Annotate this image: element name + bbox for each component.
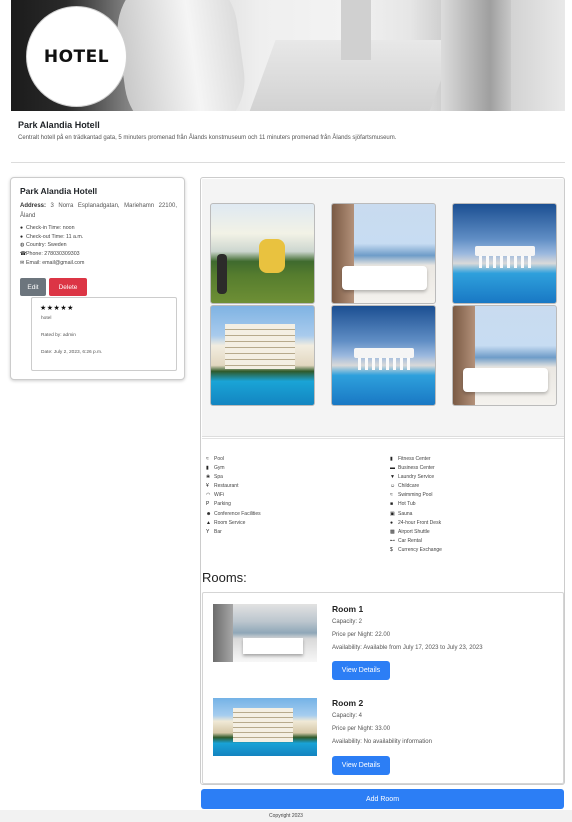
utensils-icon: ¥ (206, 483, 209, 490)
checkout-time: ● Check-out Time: 11 a.m. (20, 233, 84, 240)
gallery-photo-hiker[interactable] (210, 203, 315, 304)
clock-icon: ● (390, 519, 394, 526)
room-price: Price per Night: 33.00 (332, 726, 391, 732)
divider (11, 162, 565, 163)
amenity-item: ☻ Conference Facilities (206, 510, 261, 519)
phone: ☎Phone: 278030309303 (20, 251, 80, 258)
amenity-item: $ Currency Exchange (390, 546, 442, 555)
swimmer-icon: ≈ (206, 456, 209, 462)
amenity-item: ❀ Spa (206, 473, 261, 482)
amenity-item: P Parking (206, 500, 261, 509)
header-banner-image: HOTEL (11, 0, 565, 111)
amenity-item: Y Bar (206, 528, 261, 537)
amenities-list-right: ▮ Fitness Center ▬ Business Center ▼ Laundr… (390, 455, 442, 555)
amenity-item: ≈ Pool (206, 455, 261, 464)
room-price: Price per Night: 22.00 (332, 632, 391, 638)
room-availability: Availability: No availability informatio… (332, 739, 432, 745)
swimmer-icon: ≈ (390, 492, 393, 499)
gallery-photo-bedroom[interactable] (331, 203, 436, 304)
amenity-item: ▲ Room Service (206, 519, 261, 528)
room-capacity: Capacity: 4 (332, 713, 363, 719)
hotel-description: Centralt hotell på en trädkantad gata, 5… (18, 135, 397, 141)
review-author: Rated by: admin (41, 333, 76, 338)
wifi-icon: ◠ (206, 492, 211, 499)
child-icon: ☺ (390, 483, 396, 490)
amenity-item: ■ Hot Tub (390, 500, 442, 509)
spa-icon: ❀ (206, 474, 211, 481)
room-title: Room 1 (332, 604, 364, 614)
cocktail-icon: Y (206, 528, 210, 535)
room-photo (213, 604, 317, 662)
view-details-button[interactable]: View Details (332, 661, 390, 680)
amenity-item: ▮ Gym (206, 464, 261, 473)
photo-gallery (202, 179, 564, 437)
review-card: ★★★★★ hotel Rated by: admin Date: July 2… (31, 297, 177, 371)
divider (202, 438, 564, 439)
edit-button[interactable]: Edit (20, 278, 46, 296)
dumbbell-icon: ▮ (390, 456, 393, 462)
hotel-details-list: ● Check-in Time: noon ● Check-out Time: 11… (20, 224, 84, 267)
car-icon: ⊷ (390, 537, 395, 544)
add-room-button[interactable]: Add Room (201, 789, 564, 809)
bell-icon: ▲ (206, 519, 211, 526)
amenity-item: ☺ Childcare (390, 482, 442, 491)
hotel-info-card: Park Alandia Hotell Address: 3 Norra Esp… (10, 177, 185, 380)
room-capacity: Capacity: 2 (332, 619, 363, 625)
review-text: hotel (41, 316, 52, 321)
amenity-item: ⊷ Car Rental (390, 537, 442, 546)
parking-icon: P (206, 501, 210, 508)
users-icon: ☻ (206, 510, 212, 517)
gallery-photo-hotel-exterior[interactable] (210, 305, 315, 406)
shirt-icon: ▼ (390, 474, 395, 481)
amenity-item: ▬ Business Center (390, 464, 442, 473)
amenity-item: ≈ Swimming Pool (390, 491, 442, 500)
dumbbell-icon: ▮ (206, 465, 209, 472)
amenity-item: ● 24-hour Front Desk (390, 519, 442, 528)
dollar-icon: $ (390, 546, 393, 553)
room-title: Room 2 (332, 698, 364, 708)
info-card-title: Park Alandia Hotell (20, 186, 98, 196)
room-availability: Availability: Available from July 17, 20… (332, 645, 483, 651)
amenity-item: ¥ Restaurant (206, 482, 261, 491)
amenity-item: ▼ Laundry Service (390, 473, 442, 482)
briefcase-icon: ▬ (390, 465, 395, 472)
hotel-main-panel: ≈ Pool ▮ Gym ❀ Spa ¥ Restaurant ◠ WiFi P Parki… (200, 177, 565, 785)
rooms-list: Room 1 Capacity: 2 Price per Night: 22.0… (202, 592, 564, 784)
amenities-list-left: ≈ Pool ▮ Gym ❀ Spa ¥ Restaurant ◠ WiFi P Parki… (206, 455, 261, 537)
page-title: Park Alandia Hotell (18, 120, 100, 130)
hotel-address: Address: 3 Norra Esplanadgatan, Marieham… (20, 202, 177, 221)
logo-text: HOTEL (43, 46, 110, 67)
country: ◍ Country: Sweden (20, 242, 67, 249)
hotel-logo: HOTEL (26, 6, 127, 107)
amenity-item: ▮ Fitness Center (390, 455, 442, 464)
hot-tub-icon: ■ (390, 501, 394, 508)
copyright-text: Copyright 2023 (269, 813, 303, 819)
gallery-photo-seaview-bedroom[interactable] (452, 305, 557, 406)
view-details-button[interactable]: View Details (332, 756, 390, 775)
rating-stars: ★★★★★ (40, 305, 74, 312)
rooms-heading: Rooms: (202, 570, 247, 585)
gallery-photo-rooftop-pool[interactable] (452, 203, 557, 304)
shuttle-icon: ▩ (390, 528, 395, 535)
amenity-item: ◠ WiFi (206, 491, 261, 500)
amenity-item: ▣ Sauna (390, 510, 442, 519)
review-date: Date: July 2, 2023, 6:26 p.m. (41, 350, 103, 355)
sauna-icon: ▣ (390, 510, 395, 517)
email: ✉ Email: email@gmail.com (20, 259, 85, 266)
checkin-time: ● Check-in Time: noon (20, 225, 75, 231)
delete-button[interactable]: Delete (49, 278, 87, 296)
gallery-photo-pool-terrace[interactable] (331, 305, 436, 406)
address-label: Address: (20, 203, 47, 209)
room-photo (213, 698, 317, 756)
amenity-item: ▩ Airport Shuttle (390, 528, 442, 537)
footer: Copyright 2023 (0, 810, 572, 822)
